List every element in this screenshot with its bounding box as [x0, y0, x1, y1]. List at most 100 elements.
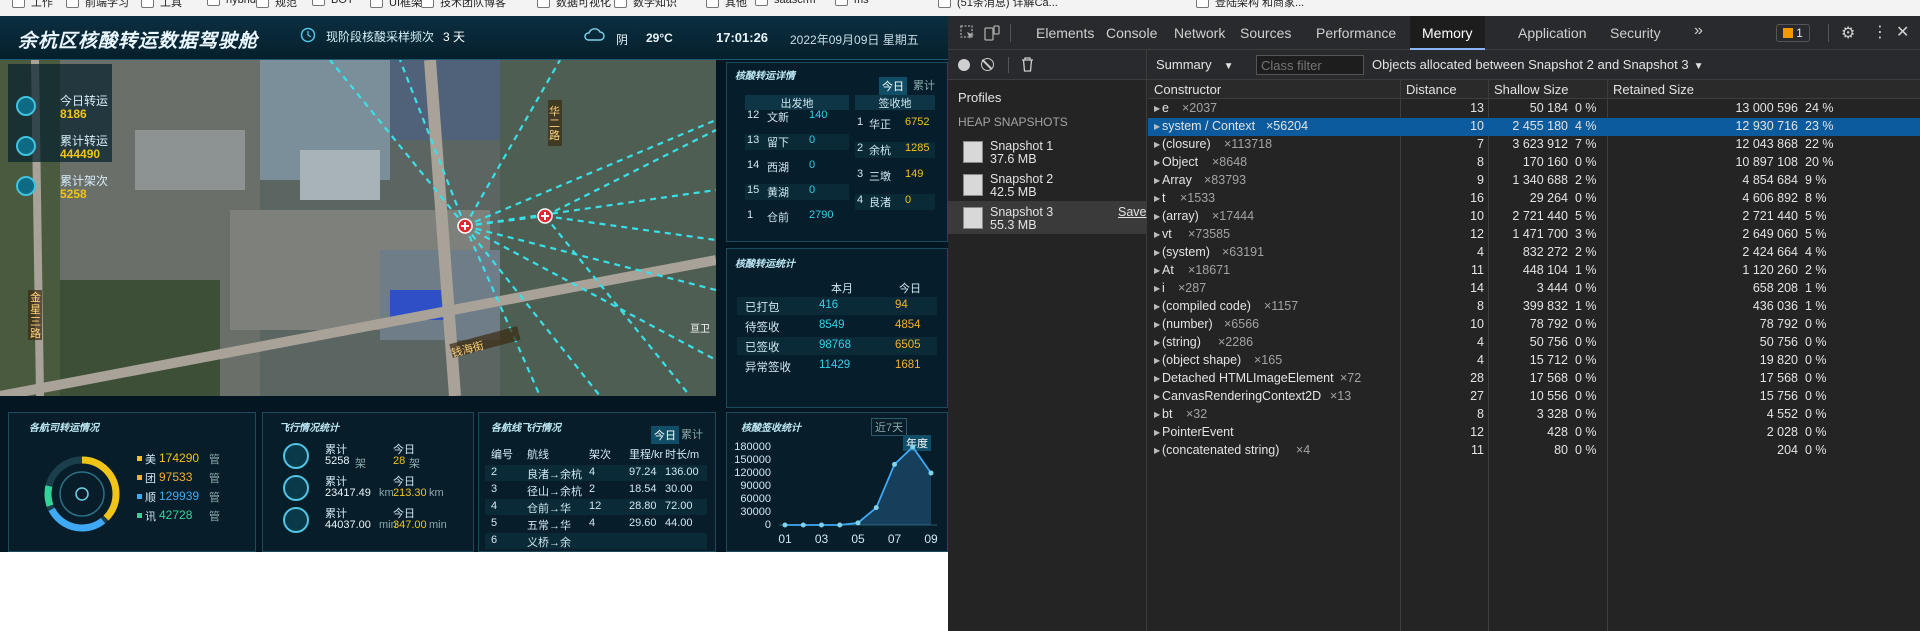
bookmark-item[interactable]: (51条消息) 详解Ca... [938, 0, 1058, 10]
tab-application[interactable]: Application [1518, 25, 1587, 41]
close-icon[interactable]: ✕ [1896, 22, 1909, 42]
bookmark-item[interactable]: 技术团队博客 [421, 0, 506, 10]
tab-console[interactable]: Console [1106, 25, 1157, 41]
settings-gear-icon[interactable]: ⚙ [1841, 23, 1855, 43]
expand-triangle-icon[interactable]: ▶ [1154, 320, 1160, 329]
to-row[interactable]: 1 华正 6752 [855, 116, 935, 132]
bookmark-item[interactable]: saascrm [755, 0, 816, 6]
expand-triangle-icon[interactable]: ▶ [1154, 122, 1160, 131]
expand-triangle-icon[interactable]: ▶ [1154, 302, 1160, 311]
from-row[interactable]: 13 留下 0 [745, 134, 849, 150]
bookmark-item[interactable]: UI框架 [370, 0, 422, 10]
heap-row[interactable]: ▶ (array) ×17444 10 2 721 440 5 % 2 721 440 5 % [1148, 208, 1920, 226]
device-toolbar-icon[interactable] [984, 25, 1000, 41]
expand-triangle-icon[interactable]: ▶ [1154, 446, 1160, 455]
expand-triangle-icon[interactable]: ▶ [1154, 230, 1160, 239]
expand-triangle-icon[interactable]: ▶ [1154, 176, 1160, 185]
col-retained-size[interactable]: Retained Size [1613, 82, 1694, 100]
to-row[interactable]: 4 良渚 0 [855, 194, 935, 210]
date-text: 2022年09月09日 星期五 [790, 33, 919, 47]
heap-row[interactable]: ▶ (system) ×63191 4 832 272 2 % 2 424 664 4 % [1148, 244, 1920, 262]
heap-row[interactable]: ▶ Object ×8648 8 170 160 0 % 10 897 108 20 % [1148, 154, 1920, 172]
heap-row[interactable]: ▶ Array ×83793 9 1 340 688 2 % 4 854 684 9 % [1148, 172, 1920, 190]
tab-security[interactable]: Security [1610, 25, 1661, 41]
bookmark-item[interactable]: BOT [312, 0, 354, 6]
expand-triangle-icon[interactable]: ▶ [1154, 248, 1160, 257]
bookmark-item[interactable]: 工作 [12, 0, 53, 10]
expand-triangle-icon[interactable]: ▶ [1154, 140, 1160, 149]
bookmark-item[interactable]: 规范 [256, 0, 297, 10]
bookmark-item[interactable]: ms [835, 0, 869, 6]
trash-icon[interactable] [1021, 57, 1034, 72]
detail-tab-total[interactable]: 累计 [913, 77, 935, 93]
bookmark-item[interactable]: 其他 [706, 0, 747, 10]
map-view[interactable]: 华二路 金星三路 钱海街 亘卫 [0, 60, 716, 396]
bookmark-item[interactable]: 数学知识 [614, 0, 677, 10]
bookmark-item[interactable]: 数据可视化 [537, 0, 611, 10]
heap-row[interactable]: ▶ bt ×32 8 3 328 0 % 4 552 0 % [1148, 406, 1920, 424]
route-tab-total[interactable]: 累计 [681, 426, 703, 442]
snapshot-item[interactable]: Snapshot 2 42.5 MB [948, 168, 1147, 201]
tab-network[interactable]: Network [1174, 25, 1225, 41]
from-row[interactable]: 14 西湖 0 [745, 159, 849, 175]
heap-row[interactable]: ▶ vt ×73585 12 1 471 700 3 % 2 649 060 5 % [1148, 226, 1920, 244]
expand-triangle-icon[interactable]: ▶ [1154, 356, 1160, 365]
expand-triangle-icon[interactable]: ▶ [1154, 338, 1160, 347]
issues-badge[interactable]: 1 [1776, 24, 1810, 42]
heap-row[interactable]: ▶ (compiled code) ×1157 8 399 832 1 % 436 036 1… [1148, 298, 1920, 316]
more-tabs-icon[interactable]: » [1694, 22, 1703, 40]
expand-triangle-icon[interactable]: ▶ [1154, 158, 1160, 167]
inspect-icon[interactable] [960, 25, 976, 41]
expand-triangle-icon[interactable]: ▶ [1154, 104, 1160, 113]
heap-row[interactable]: ▶ (closure) ×113718 7 3 623 912 7 % 12 043 868… [1148, 136, 1920, 154]
bookmark-item[interactable]: 前端学习 [66, 0, 129, 10]
to-row[interactable]: 3 三墩 149 [855, 168, 935, 184]
heap-row[interactable]: ▶ CanvasRenderingContext2D ×13 27 10 556 0 % 1… [1148, 388, 1920, 406]
from-row[interactable]: 1 仓前 2790 [745, 209, 849, 225]
expand-triangle-icon[interactable]: ▶ [1154, 194, 1160, 203]
clear-icon[interactable] [981, 58, 994, 71]
bookmark-item[interactable]: hybrid [207, 0, 256, 6]
expand-triangle-icon[interactable]: ▶ [1154, 266, 1160, 275]
snapshot-range-select[interactable]: Objects allocated between Snapshot 2 and… [1372, 57, 1703, 72]
heap-row[interactable]: ▶ (string) ×2286 4 50 756 0 % 50 756 0 % [1148, 334, 1920, 352]
save-snapshot-link[interactable]: Save [1118, 205, 1147, 219]
expand-triangle-icon[interactable]: ▶ [1154, 410, 1160, 419]
expand-triangle-icon[interactable]: ▶ [1154, 428, 1160, 437]
expand-triangle-icon[interactable]: ▶ [1154, 212, 1160, 221]
heap-row[interactable]: ▶ e ×2037 13 50 184 0 % 13 000 596 24 % [1148, 100, 1920, 118]
col-shallow-size[interactable]: Shallow Size [1494, 82, 1568, 100]
record-icon[interactable] [958, 59, 970, 71]
heap-row[interactable]: ▶ system / Context ×56204 10 2 455 180 4 % 12 … [1148, 118, 1920, 136]
col-constructor[interactable]: Constructor [1154, 82, 1221, 100]
sign-tab-7days[interactable]: 近7天 [871, 418, 908, 436]
tab-sources[interactable]: Sources [1240, 25, 1291, 41]
expand-triangle-icon[interactable]: ▶ [1154, 284, 1160, 293]
tab-memory[interactable]: Memory [1410, 16, 1485, 50]
heap-row[interactable]: ▶ i ×287 14 3 444 0 % 658 208 1 % [1148, 280, 1920, 298]
tab-performance[interactable]: Performance [1316, 25, 1396, 41]
detail-tab-today[interactable]: 今日 [879, 77, 907, 95]
kebab-menu-icon[interactable]: ⋮ [1872, 22, 1888, 42]
heap-row[interactable]: ▶ (number) ×6566 10 78 792 0 % 78 792 0 % [1148, 316, 1920, 334]
bookmark-item[interactable]: 登陆架构 和商家... [1196, 0, 1304, 10]
from-row[interactable]: 15 黄湖 0 [745, 184, 849, 200]
summary-select[interactable]: Summary ▼ [1156, 57, 1234, 72]
tab-elements[interactable]: Elements [1036, 25, 1094, 41]
route-tab-today[interactable]: 今日 [651, 426, 679, 444]
class-filter-input[interactable] [1256, 55, 1364, 75]
snapshot-item[interactable]: Snapshot 1 37.6 MB [948, 135, 1147, 168]
from-row[interactable]: 12 文新 140 [745, 109, 849, 125]
expand-triangle-icon[interactable]: ▶ [1154, 392, 1160, 401]
heap-row[interactable]: ▶ (concatenated string) ×4 11 80 0 % 204 0 % [1148, 442, 1920, 460]
heap-row[interactable]: ▶ Detached HTMLImageElement ×72 28 17 568 0 %… [1148, 370, 1920, 388]
bookmark-item[interactable]: 工具 [141, 0, 182, 10]
heap-row[interactable]: ▶ (object shape) ×165 4 15 712 0 % 19 820 0 % [1148, 352, 1920, 370]
heap-row[interactable]: ▶ At ×18671 11 448 104 1 % 1 120 260 2 % [1148, 262, 1920, 280]
snapshot-item[interactable]: Snapshot 3 55.3 MB Save [948, 201, 1147, 234]
heap-row[interactable]: ▶ t ×1533 16 29 264 0 % 4 606 892 8 % [1148, 190, 1920, 208]
col-distance[interactable]: Distance [1406, 82, 1457, 100]
heap-row[interactable]: ▶ PointerEvent 12 428 0 % 2 028 0 % [1148, 424, 1920, 442]
expand-triangle-icon[interactable]: ▶ [1154, 374, 1160, 383]
to-row[interactable]: 2 余杭 1285 [855, 142, 935, 158]
